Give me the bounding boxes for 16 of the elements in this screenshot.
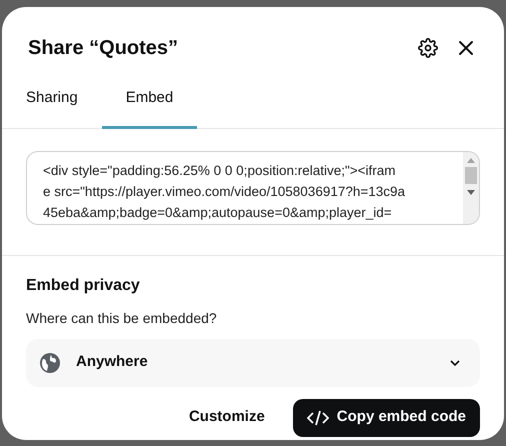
dialog-title: Share “Quotes” xyxy=(28,36,178,61)
privacy-select[interactable]: Anywhere xyxy=(26,338,480,386)
privacy-question: Where can this be embedded? xyxy=(26,308,218,328)
globe-icon xyxy=(40,352,60,372)
section-heading: Embed privacy xyxy=(26,276,141,296)
tab[interactable]: Embed xyxy=(102,87,198,128)
embed-code-field[interactable]: <div style="padding:56.25% 0 0 0;position:relative;"><ifram e src="https://player.vimeo.com/video/1058036917?h=13c9a 45eba&amp;badge=0&amp;autopause=0&amp;player_id= xyxy=(26,150,480,224)
customize-button[interactable]: Customize xyxy=(188,406,265,429)
scrollbar[interactable] xyxy=(463,152,479,224)
code-icon xyxy=(306,410,329,426)
settings-icon[interactable] xyxy=(418,38,438,58)
tab[interactable]: Sharing xyxy=(26,87,102,128)
privacy-value: Anywhere xyxy=(76,352,148,372)
close-icon[interactable] xyxy=(458,40,474,56)
chevron-down-icon xyxy=(450,360,460,366)
copy-embed-code-button[interactable]: Copy embed code xyxy=(292,398,480,436)
